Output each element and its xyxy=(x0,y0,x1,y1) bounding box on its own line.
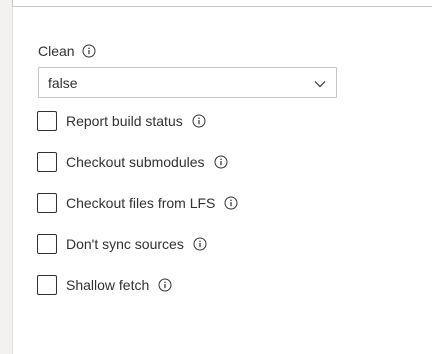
checkout-submodules-info-icon[interactable] xyxy=(214,155,228,169)
clean-label: Clean xyxy=(38,43,75,59)
report-build-status-checkbox[interactable]: Report build status xyxy=(37,110,206,132)
checkout-files-from-lfs-checkbox[interactable]: Checkout files from LFS xyxy=(37,192,238,214)
checkout-files-from-lfs-box[interactable] xyxy=(37,193,57,213)
dont-sync-sources-checkbox[interactable]: Don't sync sources xyxy=(37,233,207,255)
clean-label-row: Clean xyxy=(38,41,96,61)
shallow-fetch-checkbox[interactable]: Shallow fetch xyxy=(37,274,172,296)
chevron-down-icon xyxy=(313,77,327,89)
left-panel-edge xyxy=(0,0,13,354)
checkout-submodules-box[interactable] xyxy=(37,152,57,172)
dont-sync-sources-info-icon[interactable] xyxy=(193,237,207,251)
shallow-fetch-label: Shallow fetch xyxy=(66,277,150,293)
dont-sync-sources-box[interactable] xyxy=(37,234,57,254)
previous-field-edge xyxy=(12,0,432,7)
checkout-submodules-label: Checkout submodules xyxy=(66,154,205,170)
dont-sync-sources-label: Don't sync sources xyxy=(66,236,184,252)
clean-dropdown-value: false xyxy=(48,75,78,91)
checkout-files-from-lfs-info-icon[interactable] xyxy=(224,196,238,210)
clean-info-icon[interactable] xyxy=(82,44,96,58)
shallow-fetch-box[interactable] xyxy=(37,275,57,295)
shallow-fetch-info-icon[interactable] xyxy=(158,278,172,292)
report-build-status-box[interactable] xyxy=(37,111,57,131)
checkout-submodules-checkbox[interactable]: Checkout submodules xyxy=(37,151,228,173)
checkout-files-from-lfs-label: Checkout files from LFS xyxy=(66,195,216,211)
clean-dropdown[interactable]: false xyxy=(38,67,337,98)
report-build-status-info-icon[interactable] xyxy=(192,114,206,128)
report-build-status-label: Report build status xyxy=(66,113,183,129)
